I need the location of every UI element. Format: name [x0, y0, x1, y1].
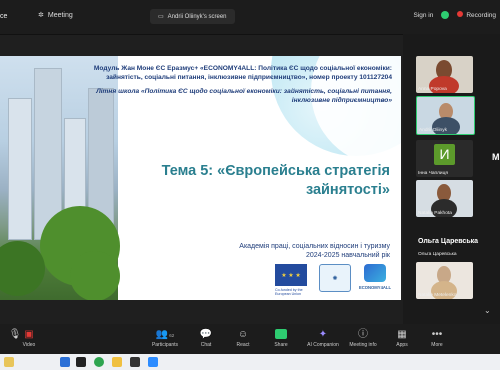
participant-tile[interactable]: Andrii Oliinyk	[416, 96, 475, 135]
zoom-icon[interactable]	[148, 357, 158, 367]
participant-name: Natalia Pakhota	[418, 211, 452, 216]
record-dot-icon	[457, 11, 464, 17]
participant-name: Anna Popova	[418, 87, 447, 92]
top-right-controls: Sign in Recording	[413, 11, 496, 19]
participant-name: Andrii Oliinyk	[419, 128, 447, 133]
sparkle-icon: ✦	[318, 329, 328, 340]
participant-tile[interactable]: Anna Popova	[416, 56, 473, 93]
more-icon: •••	[431, 329, 443, 340]
chat-icon: 💬	[199, 329, 213, 340]
economy4all-mark-icon	[364, 264, 386, 282]
chat-button[interactable]: 💬 Chat	[191, 329, 221, 348]
meeting-menu[interactable]: ✲ Meeting	[38, 11, 73, 20]
start-icon[interactable]	[60, 357, 70, 367]
info-label: Meeting info	[349, 342, 377, 348]
taskview-icon[interactable]	[76, 357, 86, 367]
recording-label: Recording	[466, 12, 496, 19]
eu-logo: ★ ★ ★ Co-funded by the European Union	[275, 264, 313, 296]
economy4all-logo-text: ECONOMY4ALL	[358, 285, 392, 290]
widget-icon[interactable]	[4, 357, 14, 367]
ai-companion-button[interactable]: ✦ AI Companion	[305, 329, 341, 348]
chrome-icon[interactable]	[94, 357, 104, 367]
module-heading: Модуль Жан Моне ЄС Еразмус+ «ECONOMY4ALL…	[93, 65, 392, 81]
share-owner-label: Andrii Oliinyk's screen	[167, 13, 227, 20]
monitor-icon: ▭	[158, 14, 164, 20]
participants-button[interactable]: 👥62 Participants	[145, 329, 185, 348]
participant-tile[interactable]: Natalia Pakhota	[416, 180, 473, 217]
apps-icon: ▦	[397, 329, 407, 340]
recording-indicator[interactable]: Recording	[457, 11, 496, 19]
meeting-label: Meeting	[47, 11, 73, 19]
apps-label: Apps	[396, 342, 408, 348]
economy4all-logo: ECONOMY4ALL	[357, 264, 393, 290]
school-heading: Літня школа «Політика ЄС щодо соціальної…	[96, 88, 392, 104]
ai-label: AI Companion	[307, 342, 339, 348]
academy-name: Академія праці, соціальних відносин і ту…	[239, 243, 390, 250]
participant-name: Natalie Metelenko	[418, 293, 457, 298]
eu-logo-text: Co-funded by the European Union	[275, 288, 303, 296]
building-shape	[8, 98, 32, 240]
more-label: More	[431, 342, 443, 348]
more-button[interactable]: ••• More	[422, 329, 452, 348]
shared-slide: Модуль Жан Моне ЄС Еразмус+ «ECONOMY4ALL…	[0, 56, 401, 300]
info-icon: ⓘ	[358, 329, 368, 340]
meeting-info-button[interactable]: ⓘ Meeting info	[345, 329, 381, 348]
logo-row: ★ ★ ★ Co-funded by the European Union ✺ …	[275, 264, 393, 296]
meeting-toolbar: 🎙 ▣ Video 👥62 Participants 💬 Chat ☺ Reac…	[0, 324, 500, 354]
academic-year: 2024-2025 навчальний рік	[306, 252, 390, 259]
react-label: React	[236, 342, 250, 348]
participant-initial: M	[492, 152, 500, 162]
video-off-icon: ▣	[24, 329, 34, 340]
people-icon: 👥62	[155, 329, 175, 340]
participants-count: 62	[169, 333, 175, 338]
apps-button[interactable]: ▦ Apps	[387, 329, 417, 348]
participants-label: Participants	[151, 342, 179, 348]
chevron-down-icon[interactable]: ⌄	[484, 306, 491, 315]
security-shield-icon[interactable]	[441, 11, 450, 19]
eu-flag-icon: ★ ★ ★	[275, 264, 307, 286]
video-button[interactable]: ▣ Video	[14, 329, 44, 348]
chat-label: Chat	[200, 342, 212, 348]
video-label: Video	[22, 342, 36, 348]
sign-in-link[interactable]: Sign in	[413, 12, 433, 19]
app-icon[interactable]	[130, 357, 140, 367]
tree-shape	[0, 241, 45, 296]
gear-icon: ✲	[38, 12, 44, 19]
share-screen-icon	[275, 329, 287, 339]
top-bar: ce ✲ Meeting ▭ Andrii Oliinyk's screen S…	[0, 0, 500, 35]
screen-share-indicator[interactable]: ▭ Andrii Oliinyk's screen	[150, 9, 235, 24]
academy-caption: Академія праці, соціальних відносин і ту…	[150, 242, 390, 260]
smile-icon: ☺	[237, 329, 249, 340]
participant-tile[interactable]: И Інна Чаплиця	[416, 140, 473, 177]
participant-name: Ольга Царевська	[418, 252, 457, 257]
academy-logo: ✺	[319, 264, 351, 292]
participant-tile[interactable]: Natalie Metelenko	[416, 262, 473, 299]
slide-title: Тема 5: «Європейська стратегія зайнятост…	[161, 163, 390, 198]
tree-shape	[70, 251, 120, 300]
share-button[interactable]: Share	[266, 329, 296, 348]
react-button[interactable]: ☺ React	[228, 329, 258, 348]
folder-icon[interactable]	[112, 357, 122, 367]
os-taskbar	[0, 354, 500, 370]
share-label: Share	[274, 342, 288, 348]
active-participant-name: Ольга Царевська	[418, 238, 479, 245]
participant-name: Інна Чаплиця	[418, 171, 448, 176]
participants-panel[interactable]: Anna Popova Andrii Oliinyk И Інна Чаплиц…	[403, 34, 500, 324]
participant-avatar: И	[434, 144, 455, 165]
app-brand: ce	[0, 13, 8, 20]
